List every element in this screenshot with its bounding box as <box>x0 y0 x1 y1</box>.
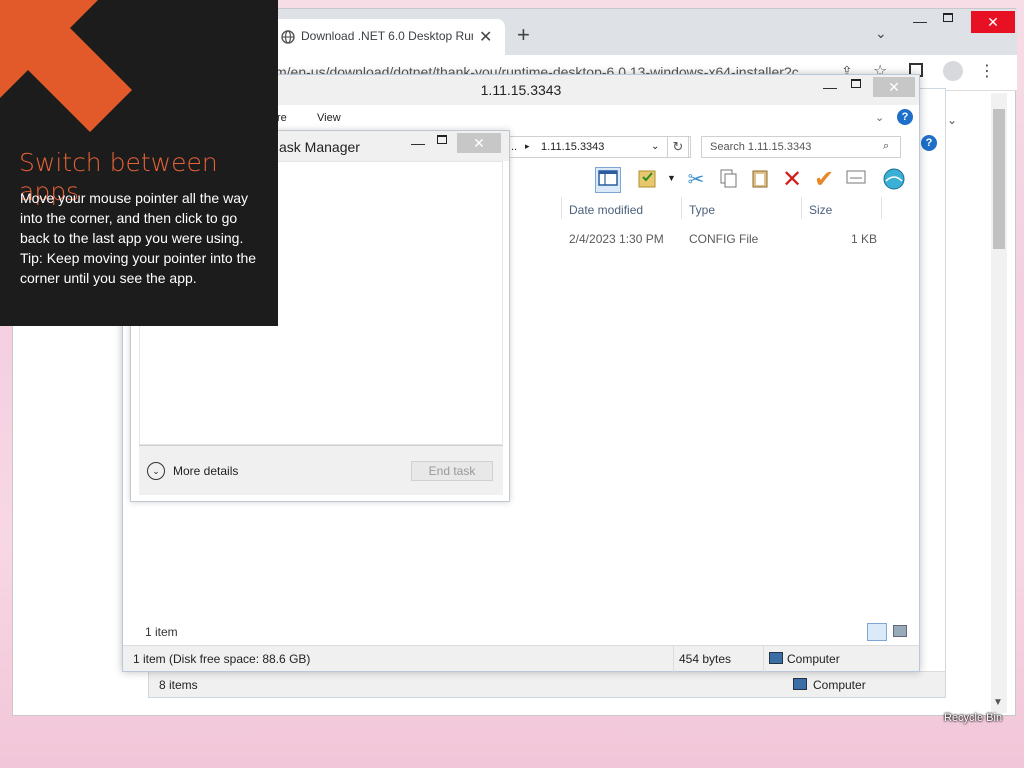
switch-apps-tip: Switch between apps Move your mouse poin… <box>0 0 278 326</box>
status-bar: 8 items Computer <box>149 671 945 697</box>
folder-check-icon <box>638 170 656 188</box>
status-item-summary: 1 item (Disk free space: 88.6 GB) <box>133 652 311 666</box>
item-count: 1 item <box>145 625 178 639</box>
world-icon <box>883 168 905 190</box>
task-manager-close-button[interactable]: ✕ <box>457 133 501 153</box>
cut-button[interactable]: ✂ <box>683 167 709 193</box>
preview-pane-button[interactable] <box>595 167 621 193</box>
computer-icon <box>793 678 807 690</box>
tab-close-icon[interactable]: ✕ <box>479 27 492 47</box>
status-size: 454 bytes <box>679 652 732 666</box>
status-bar: 1 item (Disk free space: 88.6 GB) 454 by… <box>123 645 919 672</box>
help-icon[interactable]: ? <box>897 109 913 125</box>
window-icon <box>846 170 866 184</box>
more-details-link[interactable]: More details <box>173 464 238 478</box>
explorer-close-button[interactable]: ✕ <box>873 77 915 97</box>
help-icon[interactable]: ? <box>921 135 937 151</box>
paste-button[interactable] <box>747 167 773 193</box>
profile-avatar[interactable] <box>943 61 963 81</box>
status-separator <box>673 646 674 672</box>
preview-pane-icon <box>598 170 618 186</box>
search-icon[interactable]: ⌕ <box>883 140 889 153</box>
search-input[interactable]: Search 1.11.15.3343 <box>701 136 901 158</box>
window-title: ask Manager <box>279 139 360 155</box>
scissors-icon: ✂ <box>687 169 705 191</box>
breadcrumb-separator-icon[interactable]: ▸ <box>525 141 530 152</box>
file-size: 1 KB <box>851 232 878 246</box>
copy-button[interactable] <box>715 167 741 193</box>
chevron-down-icon[interactable]: ⌄ <box>947 113 957 127</box>
properties-dropdown-icon[interactable]: ▼ <box>667 173 676 183</box>
new-tab-button[interactable]: + <box>517 22 530 48</box>
corner-arrow-icon <box>0 0 132 132</box>
computer-icon <box>769 652 783 664</box>
status-location: Computer <box>787 652 840 666</box>
browser-menu-icon[interactable]: ⋮ <box>979 61 995 81</box>
clipboard-icon <box>752 170 768 188</box>
checkmark-icon: ✔ <box>813 166 835 193</box>
properties-button[interactable] <box>635 167 661 193</box>
browser-close-button[interactable]: ✕ <box>971 11 1015 33</box>
browser-tab[interactable]: Download .NET 6.0 Desktop Runt ✕ <box>269 19 505 55</box>
column-size[interactable]: Size <box>809 203 832 217</box>
column-date-modified[interactable]: Date modified <box>569 203 643 217</box>
ribbon-expand-icon[interactable]: ⌄ <box>875 111 884 124</box>
delete-x-icon: ✕ <box>781 166 803 193</box>
breadcrumb-overflow[interactable]: .. <box>511 141 517 153</box>
menu-view[interactable]: View <box>317 112 341 124</box>
explorer-minimize-button[interactable]: — <box>823 79 837 95</box>
address-dropdown-icon[interactable]: ⌄ <box>651 141 659 152</box>
globe-icon <box>281 30 295 44</box>
column-separator <box>561 197 562 219</box>
task-manager-maximize-button[interactable] <box>437 135 447 144</box>
refresh-button[interactable]: ↻ <box>667 136 689 158</box>
task-manager-footer: ⌄ More details End task <box>139 445 503 495</box>
browser-maximize-button[interactable] <box>943 13 953 22</box>
status-separator <box>763 646 764 672</box>
task-manager-minimize-button[interactable]: — <box>411 135 425 151</box>
status-item-count: 8 items <box>159 678 198 692</box>
page-scrollbar-thumb[interactable] <box>993 109 1005 249</box>
details-view-button[interactable] <box>867 623 887 641</box>
new-folder-button[interactable] <box>843 167 869 193</box>
tip-body: Move your mouse pointer all the way into… <box>20 190 257 286</box>
scroll-down-icon[interactable]: ▼ <box>993 697 1003 708</box>
file-type: CONFIG File <box>689 232 759 246</box>
column-separator <box>801 197 802 219</box>
large-icons-view-button[interactable] <box>893 625 907 637</box>
globe-button[interactable] <box>881 167 907 193</box>
browser-tab-title: Download .NET 6.0 Desktop Runt <box>301 29 473 43</box>
recycle-bin-label[interactable]: Recycle Bin <box>944 712 1002 724</box>
column-separator <box>681 197 682 219</box>
browser-minimize-button[interactable]: — <box>913 13 927 29</box>
delete-button[interactable]: ✕ <box>779 167 805 193</box>
column-type[interactable]: Type <box>689 203 715 217</box>
explorer-maximize-button[interactable] <box>851 79 861 88</box>
chevron-down-icon[interactable]: ⌄ <box>147 462 165 480</box>
menu-share[interactable]: re <box>277 112 287 124</box>
status-location: Computer <box>813 678 866 692</box>
file-date: 2/4/2023 1:30 PM <box>569 232 664 246</box>
rename-button[interactable]: ✔ <box>811 167 837 193</box>
column-separator <box>881 197 882 219</box>
tab-search-icon[interactable]: ⌄ <box>875 25 887 42</box>
end-task-button[interactable]: End task <box>411 461 493 481</box>
breadcrumb-folder[interactable]: 1.11.15.3343 <box>541 141 604 153</box>
copy-icon <box>720 169 737 188</box>
